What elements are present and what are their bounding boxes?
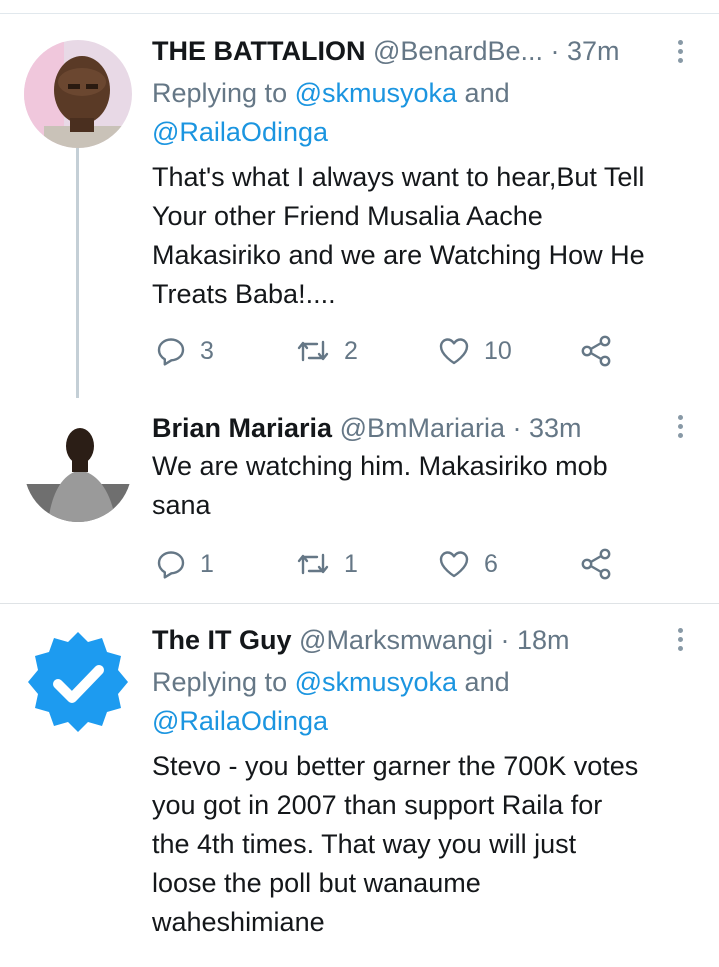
share-icon [581, 548, 611, 580]
tweet-text-line: We are watching him. Makasiriko mob [152, 451, 608, 481]
tweet-text-line: you got in 2007 than support Raila for [152, 790, 603, 820]
handle-and-time[interactable]: @BenardBe... · 37m [373, 36, 620, 66]
more-vertical-icon[interactable] [670, 628, 690, 658]
like-count: 10 [484, 336, 512, 365]
handle-and-time[interactable]: @BmMariaria · 33m [340, 413, 582, 443]
tweet-text-line: Stevo - you better garner the 700K votes [152, 751, 639, 781]
share-button[interactable] [580, 544, 612, 584]
replying-to: Replying to @skmusyoka and @RailaOdinga [152, 74, 510, 152]
top-divider [0, 13, 719, 14]
mention-link[interactable]: @RailaOdinga [152, 706, 328, 736]
tweet-text-line: Makasiriko and we are Watching How He [152, 240, 645, 270]
mention-link[interactable]: @skmusyoka [295, 667, 457, 697]
tweet-text-line: the 4th times. That way you will just [152, 829, 577, 859]
mention-link[interactable]: @skmusyoka [295, 78, 457, 108]
display-name[interactable]: THE BATTALION [152, 36, 365, 66]
share-button[interactable] [580, 331, 612, 371]
reply-icon [157, 338, 185, 366]
handle-and-time[interactable]: @Marksmwangi · 18m [299, 625, 569, 655]
retweet-count: 2 [344, 336, 358, 365]
tweet-header: THE BATTALION @BenardBe... · 37m [152, 34, 620, 68]
reply-button[interactable]: 3 [156, 331, 214, 371]
tweet-header: The IT Guy @Marksmwangi · 18m [152, 623, 570, 657]
reply-icon [157, 551, 185, 579]
tweet-actions: 3 2 10 [152, 331, 632, 371]
retweet-button[interactable]: 1 [296, 544, 358, 584]
verified-badge-icon[interactable] [22, 628, 134, 745]
tweet-text-line: loose the poll but wanaume [152, 868, 481, 898]
like-count: 6 [484, 549, 498, 578]
tweet-text: That's what I always want to hear,But Te… [152, 158, 712, 314]
replying-to: Replying to @skmusyoka and @RailaOdinga [152, 663, 510, 741]
tweet-text-line: Your other Friend Musalia Aache [152, 201, 543, 231]
heart-icon [439, 338, 469, 365]
share-icon [581, 335, 611, 367]
replying-and: and [457, 667, 510, 697]
like-button[interactable]: 10 [438, 331, 512, 371]
retweet-button[interactable]: 2 [296, 331, 358, 371]
retweet-count: 1 [344, 549, 358, 578]
tweet-actions: 1 1 6 [152, 544, 632, 584]
tweet-text-line: sana [152, 490, 211, 520]
heart-icon [439, 551, 469, 578]
retweet-icon [297, 340, 329, 362]
tweet-header: Brian Mariaria @BmMariaria · 33m [152, 411, 582, 445]
tweet-text: We are watching him. Makasiriko mob sana [152, 447, 712, 525]
tweet-divider [0, 603, 719, 604]
avatar[interactable] [24, 414, 132, 522]
retweet-icon [297, 553, 329, 575]
tweet-text-line: Treats Baba!.... [152, 279, 336, 309]
display-name[interactable]: Brian Mariaria [152, 413, 332, 443]
replying-prefix: Replying to [152, 78, 295, 108]
more-vertical-icon[interactable] [670, 415, 690, 445]
replying-and: and [457, 78, 510, 108]
mention-link[interactable]: @RailaOdinga [152, 117, 328, 147]
reply-button[interactable]: 1 [156, 544, 214, 584]
thread-connector [76, 148, 79, 398]
reply-count: 1 [200, 549, 214, 578]
replying-prefix: Replying to [152, 667, 295, 697]
more-vertical-icon[interactable] [670, 40, 690, 70]
like-button[interactable]: 6 [438, 544, 498, 584]
avatar[interactable] [24, 40, 132, 148]
tweet-text-line: waheshimiane [152, 907, 325, 937]
tweet-text: Stevo - you better garner the 700K votes… [152, 747, 712, 942]
tweet-text-line: That's what I always want to hear,But Te… [152, 162, 645, 192]
reply-count: 3 [200, 336, 214, 365]
display-name[interactable]: The IT Guy [152, 625, 292, 655]
